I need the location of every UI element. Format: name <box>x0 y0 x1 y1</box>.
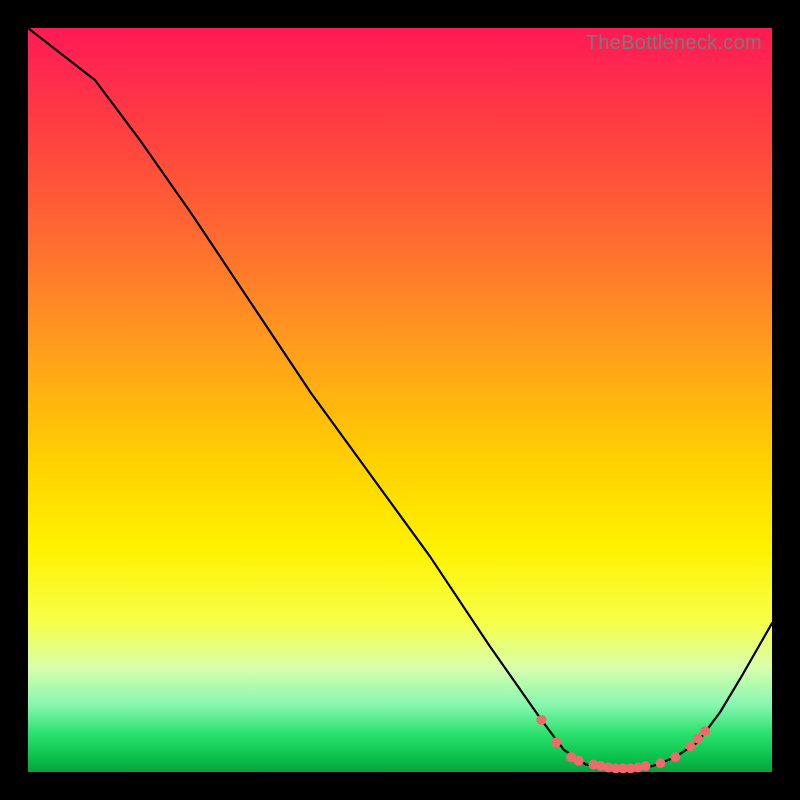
bottleneck-curve <box>28 28 772 768</box>
marker-dot <box>693 734 703 744</box>
marker-group <box>536 715 710 773</box>
chart-svg <box>28 28 772 772</box>
marker-dot <box>641 761 651 771</box>
marker-dot <box>685 741 695 751</box>
chart-frame: TheBottleneck.com <box>0 0 800 800</box>
marker-dot <box>655 758 665 768</box>
marker-dot <box>536 715 546 725</box>
marker-dot <box>700 726 710 736</box>
marker-dot <box>670 752 680 762</box>
marker-dot <box>574 756 584 766</box>
marker-dot <box>551 737 561 747</box>
plot-area: TheBottleneck.com <box>28 28 772 772</box>
